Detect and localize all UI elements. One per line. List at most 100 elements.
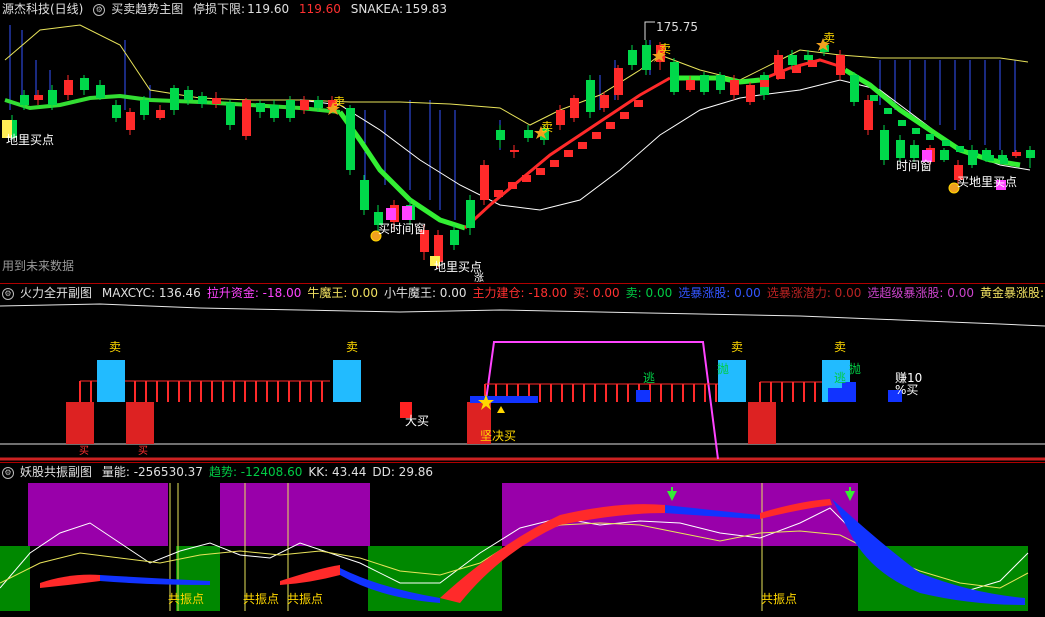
stop-loss-value: 119.60 — [247, 2, 290, 16]
red-step-marker — [606, 122, 615, 129]
candle-body — [510, 150, 519, 152]
sell-tag-4: 卖 — [834, 340, 847, 354]
cyan-sell-block — [333, 360, 361, 402]
fire-indicator-header: ⚙ 火力全开副图 MAXCYC: 136.46 拉升资金: -18.00 牛魔王: 0… — [0, 284, 1045, 302]
candle-body — [880, 130, 889, 160]
bottom-zhang-label: 涨 — [474, 273, 484, 283]
escape-tag-1: 逃 — [643, 371, 656, 385]
sell-label-4: 卖 — [823, 31, 836, 45]
fire-header-item-4: 主力建仓: -18.00 — [472, 286, 568, 300]
candle-body — [586, 80, 595, 112]
firm-buy-tag: 坚决买 — [480, 429, 517, 443]
sell-label-2: 卖 — [541, 120, 554, 134]
red-step-marker — [508, 182, 517, 189]
candle-body — [480, 165, 489, 200]
red-step-marker — [522, 175, 531, 182]
buy-tag-1: 买 — [79, 446, 89, 457]
settings-gear-icon[interactable]: ⚙ — [93, 3, 106, 16]
candle-body — [600, 95, 609, 108]
main-chart-header: 源杰科技(日线) ⚙ 买卖趋势主图 停损下限: 119.60 119.60 SNAK… — [0, 0, 453, 18]
fire-header-item-10: 黄金暴涨股: 0.00 — [979, 286, 1045, 300]
fire-indicator-name[interactable]: 火力全开副图 — [20, 286, 92, 300]
fire-header-item-3: 小牛魔王: 0.00 — [383, 286, 467, 300]
magenta-signal — [386, 208, 396, 220]
green-step-marker — [970, 150, 978, 156]
green-step-marker — [942, 140, 950, 146]
buy-tag-2: 买 — [138, 446, 148, 457]
candle-body — [286, 100, 295, 118]
candle-body — [716, 75, 725, 90]
big-buy-tag: 大买 — [405, 414, 430, 428]
fire-header-item-8: 选暴涨潜力: 0.00 — [766, 286, 862, 300]
sell-tag-2: 卖 — [346, 340, 359, 354]
candle-body — [670, 62, 679, 92]
candle-body — [112, 105, 121, 118]
red-step-marker — [550, 160, 559, 167]
resonance-point-4: 共振点 — [761, 592, 798, 606]
throw-tag-1: 抛 — [717, 362, 730, 376]
candle-body — [628, 50, 637, 65]
candle-body — [80, 78, 89, 90]
candle-body — [864, 100, 873, 130]
resonance-indicator-chart[interactable] — [0, 463, 1045, 617]
candle-body — [20, 95, 29, 105]
candle-body — [730, 80, 739, 95]
blue-signal-block — [470, 396, 538, 403]
candle-body — [126, 112, 135, 130]
candle-body — [850, 75, 859, 102]
resonance-point-3: 共振点 — [287, 592, 324, 606]
resonance-indicator-panel[interactable]: ⚙ 妖股共振副图 量能: -256530.37 趋势: -12408.60 KK: 4… — [0, 463, 1045, 617]
candle-body — [896, 140, 905, 158]
candle-body — [212, 98, 221, 104]
red-step-marker — [578, 142, 587, 149]
candle-body — [524, 130, 533, 138]
maxcyc-line — [0, 303, 1045, 327]
red-step-marker — [592, 132, 601, 139]
resonance-point-2: 共振点 — [243, 592, 280, 606]
candle-body — [256, 103, 265, 112]
resonance-indicator-name[interactable]: 妖股共振副图 — [20, 465, 92, 479]
sell-small-tag: %买 — [895, 383, 919, 397]
main-indicator-name[interactable]: 买卖趋势主图 — [111, 2, 183, 16]
purple-zone — [28, 483, 168, 546]
candle-body — [700, 75, 709, 92]
settings-gear-icon[interactable]: ⚙ — [2, 466, 14, 479]
candle-body — [788, 55, 797, 65]
resonance-header-item-3: DD: 29.86 — [372, 465, 434, 479]
main-candlestick-chart[interactable] — [0, 0, 1045, 283]
cyan-sell-block — [97, 360, 125, 402]
candle-body — [1026, 150, 1035, 158]
fire-indicator-panel[interactable]: ⚙ 火力全开副图 MAXCYC: 136.46 拉升资金: -18.00 牛魔王: 0… — [0, 284, 1045, 462]
candle-body — [270, 105, 279, 118]
escape-tag-2: 逃 — [834, 371, 847, 385]
purple-zone — [220, 483, 370, 546]
buy-point-label-right: 买地里买点 — [957, 175, 1018, 189]
main-chart-panel[interactable]: 源杰科技(日线) ⚙ 买卖趋势主图 停损下限: 119.60 119.60 SNAK… — [0, 0, 1045, 283]
candle-body — [746, 85, 755, 102]
green-step-marker — [898, 120, 906, 126]
red-step-marker — [634, 100, 643, 107]
candle-body — [346, 108, 355, 170]
fire-header-item-6: 卖: 0.00 — [625, 286, 673, 300]
red-step-marker — [760, 80, 769, 87]
blue-signal-block — [636, 390, 650, 402]
red-step-marker — [494, 190, 503, 197]
resonance-indicator-header: ⚙ 妖股共振副图 量能: -256530.37 趋势: -12408.60 KK: 4… — [0, 463, 439, 481]
candle-body — [198, 96, 207, 104]
candle-body — [450, 230, 459, 245]
candle-body — [804, 55, 813, 60]
future-data-note: 用到未来数据 — [2, 259, 75, 273]
resonance-header-item-0: 量能: -256530.37 — [101, 465, 203, 479]
high-price-pointer — [644, 21, 655, 40]
red-step-marker — [564, 150, 573, 157]
sell-tag-1: 卖 — [109, 340, 122, 354]
high-price-marker: 175.75 — [656, 20, 698, 34]
candle-body — [226, 103, 235, 125]
candle-body — [314, 100, 323, 108]
snake-value: 159.83 — [405, 2, 448, 16]
fire-indicator-chart[interactable] — [0, 284, 1045, 462]
settings-gear-icon[interactable]: ⚙ — [2, 287, 14, 300]
candle-body — [614, 68, 623, 95]
red-buy-block — [748, 402, 776, 444]
candle-body — [556, 110, 565, 125]
